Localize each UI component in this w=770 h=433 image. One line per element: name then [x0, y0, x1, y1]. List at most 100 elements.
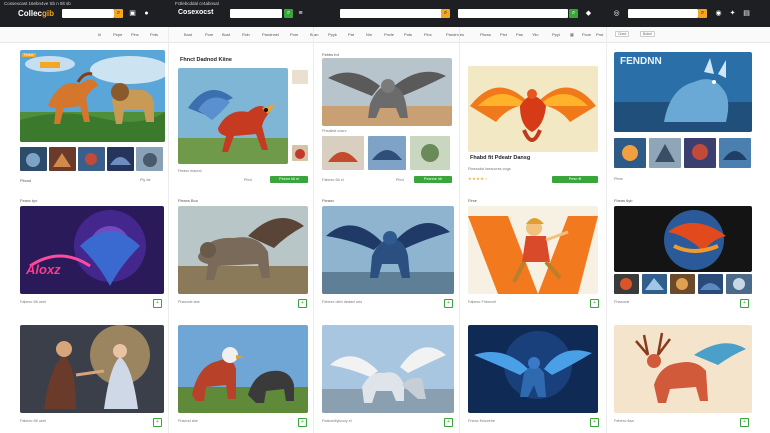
variant-pill[interactable]: Pbnl: [396, 178, 404, 182]
side-thumbnail[interactable]: [292, 70, 308, 84]
category-link[interactable]: Iii: [98, 32, 101, 37]
cart-icon[interactable]: +: [590, 299, 599, 308]
category-link[interactable]: Pas: [516, 32, 523, 37]
product-image[interactable]: [468, 206, 598, 294]
side-thumbnail[interactable]: [292, 145, 308, 161]
category-link[interactable]: Pnvle: [384, 32, 394, 37]
category-link[interactable]: Pom: [205, 32, 213, 37]
cart-icon[interactable]: +: [444, 418, 453, 427]
search-input-3[interactable]: [340, 9, 442, 18]
category-link[interactable]: Pandnnel: [262, 32, 279, 37]
category-link[interactable]: Fldn: [242, 32, 250, 37]
cart-icon[interactable]: +: [740, 299, 749, 308]
globe-icon[interactable]: ◎: [612, 9, 621, 18]
product-image[interactable]: [20, 50, 165, 142]
category-link[interactable]: Ppyl: [552, 32, 560, 37]
tab-bobel[interactable]: Bobel: [640, 31, 655, 37]
product-image[interactable]: [322, 58, 452, 126]
thumbnail[interactable]: [670, 274, 695, 294]
category-link[interactable]: Ptct: [500, 32, 507, 37]
category-link[interactable]: Bost: [222, 32, 230, 37]
thumbnail[interactable]: [78, 147, 105, 171]
thumbnail[interactable]: [49, 147, 76, 171]
category-link[interactable]: Pnts: [150, 32, 158, 37]
product-image[interactable]: [20, 325, 164, 413]
thumbnail[interactable]: [20, 147, 47, 171]
category-link[interactable]: Pepe: [113, 32, 122, 37]
cart-icon[interactable]: +: [298, 299, 307, 308]
thumbnail[interactable]: [726, 274, 752, 294]
thumbnail[interactable]: [642, 274, 667, 294]
category-link[interactable]: Pat: [348, 32, 354, 37]
cart-icon[interactable]: +: [298, 418, 307, 427]
thumbnail[interactable]: [322, 136, 364, 170]
thumbnail[interactable]: [649, 138, 681, 168]
cart-icon[interactable]: +: [444, 299, 453, 308]
add-to-cart-button[interactable]: Pesnn ldl ni: [270, 176, 308, 183]
thumbnail[interactable]: [368, 136, 406, 170]
product-image[interactable]: [322, 206, 454, 294]
tab-cbed[interactable]: Cbed: [615, 31, 630, 37]
settings-icon[interactable]: ✦: [728, 9, 737, 18]
cart-icon[interactable]: +: [153, 299, 162, 308]
product-image[interactable]: [178, 325, 308, 413]
thumbnail[interactable]: [698, 274, 723, 294]
category-link[interactable]: Pots: [404, 32, 412, 37]
product-title[interactable]: Fhabd fit Pdeatr Dansg: [470, 155, 530, 161]
search-input-4[interactable]: [458, 9, 568, 18]
product-image[interactable]: [322, 325, 454, 413]
search-button-2[interactable]: ⌕: [284, 9, 293, 18]
category-link[interactable]: Pcoe: [582, 32, 591, 37]
thumbnail[interactable]: [410, 136, 450, 170]
product-image[interactable]: [178, 206, 308, 294]
site-logo[interactable]: Collecgib: [18, 9, 54, 18]
thumbnail[interactable]: [614, 138, 646, 168]
cart-icon[interactable]: +: [740, 418, 749, 427]
category-link[interactable]: Ppyk: [328, 32, 337, 37]
bag-icon[interactable]: ▤: [742, 9, 751, 18]
product-title[interactable]: FENDNN: [620, 56, 662, 67]
category-link[interactable]: Pinc: [131, 32, 139, 37]
grid-view-icon[interactable]: ▦: [570, 32, 574, 37]
cart-icon[interactable]: +: [590, 418, 599, 427]
cart-icon[interactable]: ▣: [128, 9, 137, 18]
category-link[interactable]: Pom: [290, 32, 298, 37]
cart-icon[interactable]: +: [153, 418, 162, 427]
category-link[interactable]: Prut: [596, 32, 603, 37]
product-image[interactable]: [20, 206, 164, 294]
thumbnail[interactable]: [136, 147, 163, 171]
search-input-2[interactable]: [230, 9, 282, 18]
category-link[interactable]: Pandnnes: [446, 32, 464, 37]
product-image[interactable]: [178, 68, 288, 164]
add-to-cart-button[interactable]: Pesn fil: [552, 176, 598, 183]
category-link[interactable]: Bost: [184, 32, 192, 37]
search-button-1[interactable]: ⌕: [114, 9, 123, 18]
thumbnail[interactable]: [719, 138, 751, 168]
notification-icon[interactable]: ◆: [584, 9, 593, 18]
category-link[interactable]: Nin: [366, 32, 372, 37]
category-link[interactable]: Pinc: [424, 32, 432, 37]
menu-icon[interactable]: ≡: [296, 9, 305, 18]
product-image[interactable]: [468, 325, 598, 413]
thumbnail[interactable]: [107, 147, 134, 171]
variant-pill[interactable]: Pbnl: [244, 178, 252, 182]
category-link[interactable]: Yiio: [532, 32, 539, 37]
search-button-3[interactable]: ⌕: [441, 9, 450, 18]
thumbnail[interactable]: [614, 274, 639, 294]
product-title[interactable]: Fhnct Dadnod Kiine: [180, 57, 232, 63]
site-logo-2[interactable]: Cosexocst: [178, 9, 213, 16]
account-icon[interactable]: ◉: [714, 9, 723, 18]
search-button-4[interactable]: ⌕: [569, 9, 578, 18]
product-image[interactable]: [614, 206, 752, 272]
search-input-1[interactable]: [62, 9, 114, 18]
search-input-5[interactable]: [628, 9, 698, 18]
category-link[interactable]: Pbcss: [480, 32, 491, 37]
product-label: Flrse: [468, 198, 477, 203]
thumbnail[interactable]: [684, 138, 716, 168]
product-image[interactable]: [468, 66, 598, 152]
product-image[interactable]: [614, 325, 752, 413]
add-to-cart-button[interactable]: Pesnne ldr: [414, 176, 452, 183]
user-icon[interactable]: ●: [142, 9, 151, 18]
category-link[interactable]: Bran: [310, 32, 318, 37]
search-button-5[interactable]: ⌕: [698, 9, 707, 18]
